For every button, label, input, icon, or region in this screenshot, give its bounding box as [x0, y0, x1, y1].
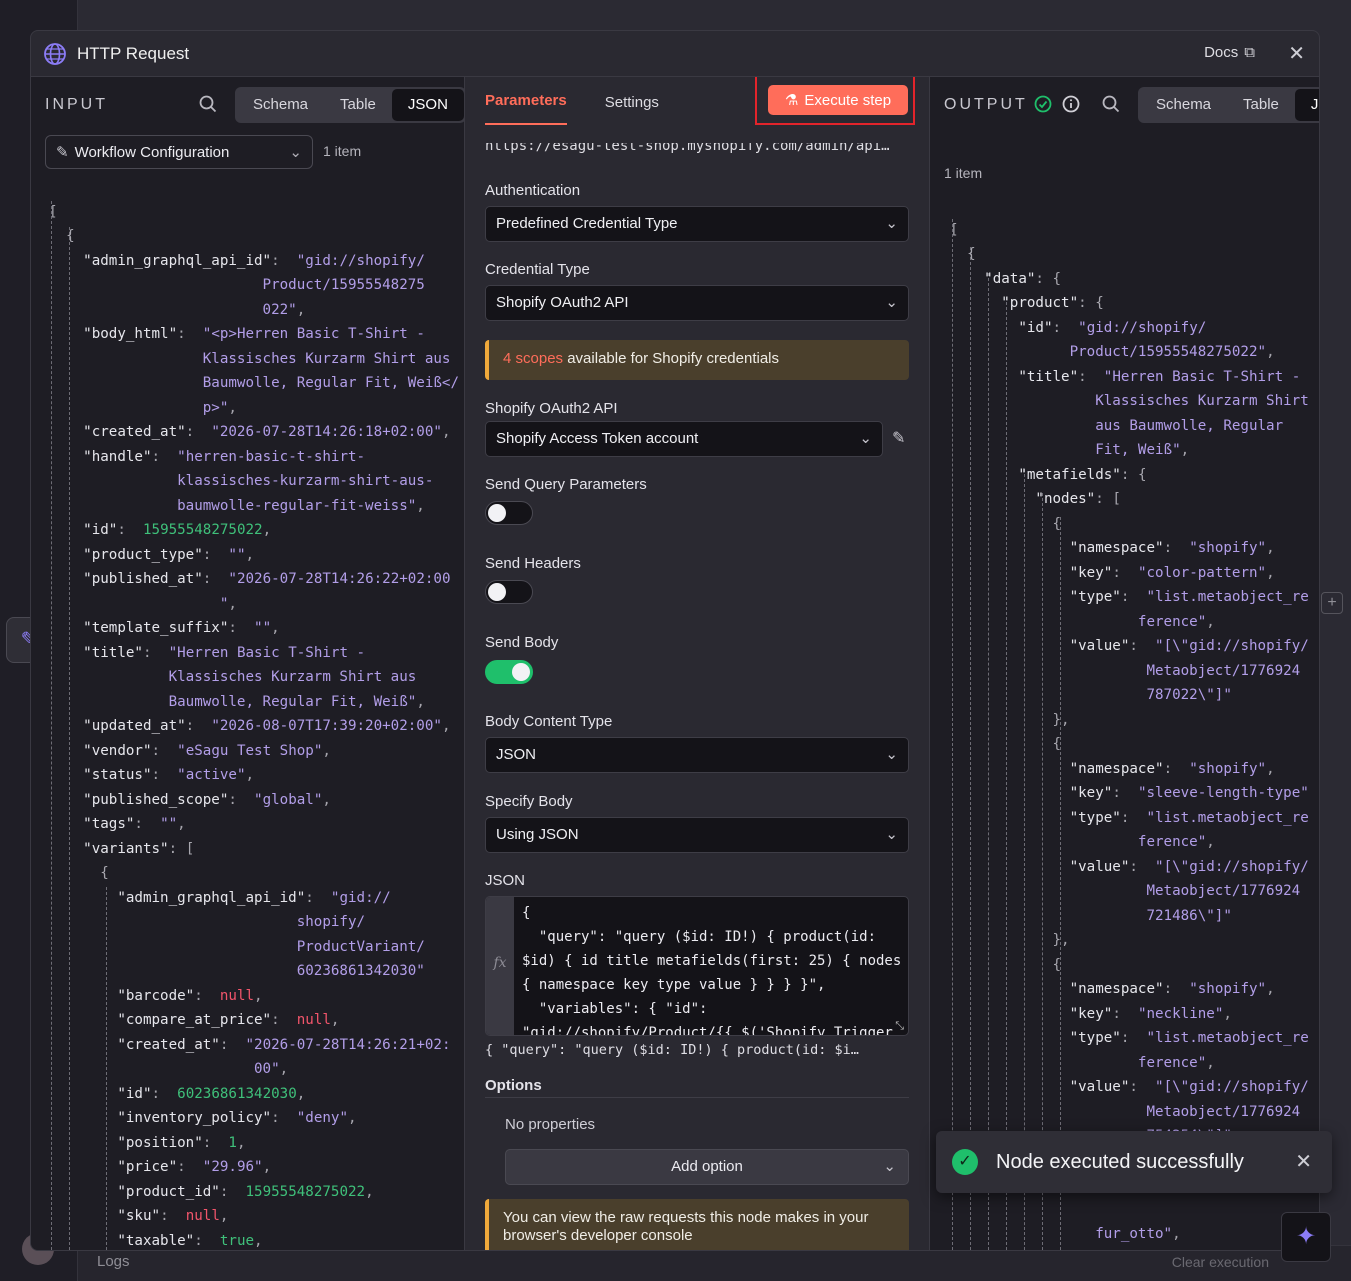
specify-body-value: Using JSON — [496, 826, 579, 843]
scopes-text: available for Shopify credentials — [567, 350, 780, 367]
parameters-panel: ||| Parameters Settings ⚗ Execute step 1… — [465, 77, 929, 1250]
node-details-modal: HTTP Request Docs ⧉ ✕ INPUT Schema Table… — [30, 30, 1320, 1251]
input-view-toggle: Schema Table JSON — [235, 87, 464, 123]
json-result-preview: { "query": "query ($id: ID!) { product(i… — [485, 1042, 859, 1058]
search-icon[interactable] — [199, 95, 217, 118]
chevron-down-icon: ⌄ — [885, 826, 898, 843]
specify-body-label: Specify Body — [485, 793, 573, 810]
output-view-toggle: Schema Table JS — [1138, 87, 1319, 123]
oauth-credential-select[interactable]: Shopify Access Token account ⌄ — [485, 421, 883, 457]
pencil-icon: ✎ — [56, 144, 69, 161]
docs-label: Docs — [1204, 44, 1239, 61]
add-node-icon[interactable]: + — [1321, 592, 1343, 614]
output-panel-header: OUTPUT Schema Table JS — [930, 77, 1319, 133]
send-body-toggle[interactable] — [485, 660, 533, 684]
url-field-fragment[interactable]: https://esagu-test-shop.myshopify.com/ad… — [485, 143, 909, 159]
credential-type-label: Credential Type — [485, 261, 590, 278]
info-icon[interactable] — [1062, 95, 1080, 118]
input-panel-header: INPUT Schema Table JSON — [31, 77, 464, 133]
json-label: JSON — [485, 872, 526, 889]
success-check-icon — [1034, 95, 1052, 118]
send-query-toggle[interactable] — [485, 501, 533, 525]
toast-message: Node executed successfully — [996, 1150, 1244, 1173]
no-properties-text: No properties — [505, 1116, 596, 1133]
tab-settings[interactable]: Settings — [605, 94, 659, 125]
oauth-credential-value: Shopify Access Token account — [496, 430, 699, 447]
success-check-icon: ✓ — [952, 1149, 978, 1175]
chevron-down-icon: ⌄ — [859, 430, 872, 447]
send-headers-label: Send Headers — [485, 555, 581, 572]
globe-icon — [44, 42, 66, 65]
json-code-text[interactable]: { "query": "query ($id: ID!) { product(i… — [522, 901, 904, 1035]
resize-icon[interactable]: ⤡ — [895, 1020, 904, 1033]
modal-header: HTTP Request Docs ⧉ ✕ — [31, 31, 1319, 77]
send-query-label: Send Query Parameters — [485, 476, 647, 493]
input-title: INPUT — [45, 96, 108, 113]
close-icon[interactable]: ✕ — [1288, 41, 1305, 66]
body-content-type-value: JSON — [496, 746, 537, 763]
scopes-highlight[interactable]: 4 scopes — [503, 350, 563, 367]
authentication-select[interactable]: Predefined Credential Type ⌄ — [485, 206, 909, 242]
authentication-select-value: Predefined Credential Type — [496, 215, 678, 232]
chevron-down-icon: ⌄ — [883, 1158, 896, 1175]
input-node-select[interactable]: ✎ Workflow Configuration ⌄ — [45, 135, 313, 169]
json-code-editor[interactable]: fx { "query": "query ($id: ID!) { produc… — [485, 896, 909, 1036]
docs-link[interactable]: Docs ⧉ — [1204, 44, 1255, 61]
tab-json[interactable]: JS — [1294, 89, 1319, 121]
close-icon[interactable]: ✕ — [1295, 1149, 1312, 1174]
tab-table[interactable]: Table — [1227, 89, 1295, 121]
tab-parameters[interactable]: Parameters — [485, 92, 567, 125]
logs-label[interactable]: Logs — [97, 1253, 130, 1270]
credential-type-select[interactable]: Shopify OAuth2 API ⌄ — [485, 285, 909, 321]
options-label: Options — [485, 1077, 542, 1094]
ai-assistant-sparkle-icon[interactable]: ✦ — [1281, 1212, 1331, 1262]
add-option-label: Add option — [671, 1158, 743, 1175]
input-item-count: 1 item — [323, 143, 362, 159]
send-headers-toggle[interactable] — [485, 580, 533, 604]
send-body-label: Send Body — [485, 634, 559, 651]
chevron-down-icon: ⌄ — [885, 294, 898, 311]
input-json-view: [ { "admin_graphql_api_id": "gid://shopi… — [49, 203, 459, 1249]
body-content-type-label: Body Content Type — [485, 713, 613, 730]
credential-type-value: Shopify OAuth2 API — [496, 294, 629, 311]
external-link-icon: ⧉ — [1244, 44, 1255, 61]
success-toast: ✓ Node executed successfully ✕ — [936, 1131, 1332, 1193]
specify-body-select[interactable]: Using JSON ⌄ — [485, 817, 909, 853]
input-panel: INPUT Schema Table JSON ✎ Workflow Confi… — [31, 77, 465, 1250]
modal-title: HTTP Request — [77, 43, 190, 63]
chevron-down-icon: ⌄ — [289, 144, 302, 161]
options-divider — [485, 1097, 909, 1098]
edit-credential-icon[interactable]: ✎ — [892, 428, 905, 448]
output-json-view: [ { "data": { "product": { "id": "gid://… — [950, 221, 1309, 1243]
output-title: OUTPUT — [944, 96, 1028, 113]
expression-fx-icon: fx — [486, 897, 514, 1035]
search-icon[interactable] — [1102, 95, 1120, 118]
tab-schema[interactable]: Schema — [237, 89, 324, 121]
clear-execution-button[interactable]: Clear execution — [1172, 1254, 1269, 1270]
chevron-down-icon: ⌄ — [885, 215, 898, 232]
chevron-down-icon: ⌄ — [885, 746, 898, 763]
scopes-notice: 4 scopes available for Shopify credentia… — [485, 340, 909, 380]
tab-schema[interactable]: Schema — [1140, 89, 1227, 121]
output-item-count: 1 item — [944, 165, 983, 181]
annotation-highlight-box — [755, 77, 915, 125]
input-node-select-value: Workflow Configuration — [74, 143, 230, 161]
authentication-label: Authentication — [485, 182, 581, 199]
add-option-button[interactable]: Add option ⌄ — [505, 1149, 909, 1185]
body-content-type-select[interactable]: JSON ⌄ — [485, 737, 909, 773]
tab-table[interactable]: Table — [324, 89, 392, 121]
oauth-credential-label: Shopify OAuth2 API — [485, 400, 618, 417]
output-panel: OUTPUT Schema Table JS 1 item [ { "d — [929, 77, 1319, 1250]
tab-json[interactable]: JSON — [391, 89, 464, 121]
developer-console-notice: You can view the raw requests this node … — [485, 1199, 909, 1250]
